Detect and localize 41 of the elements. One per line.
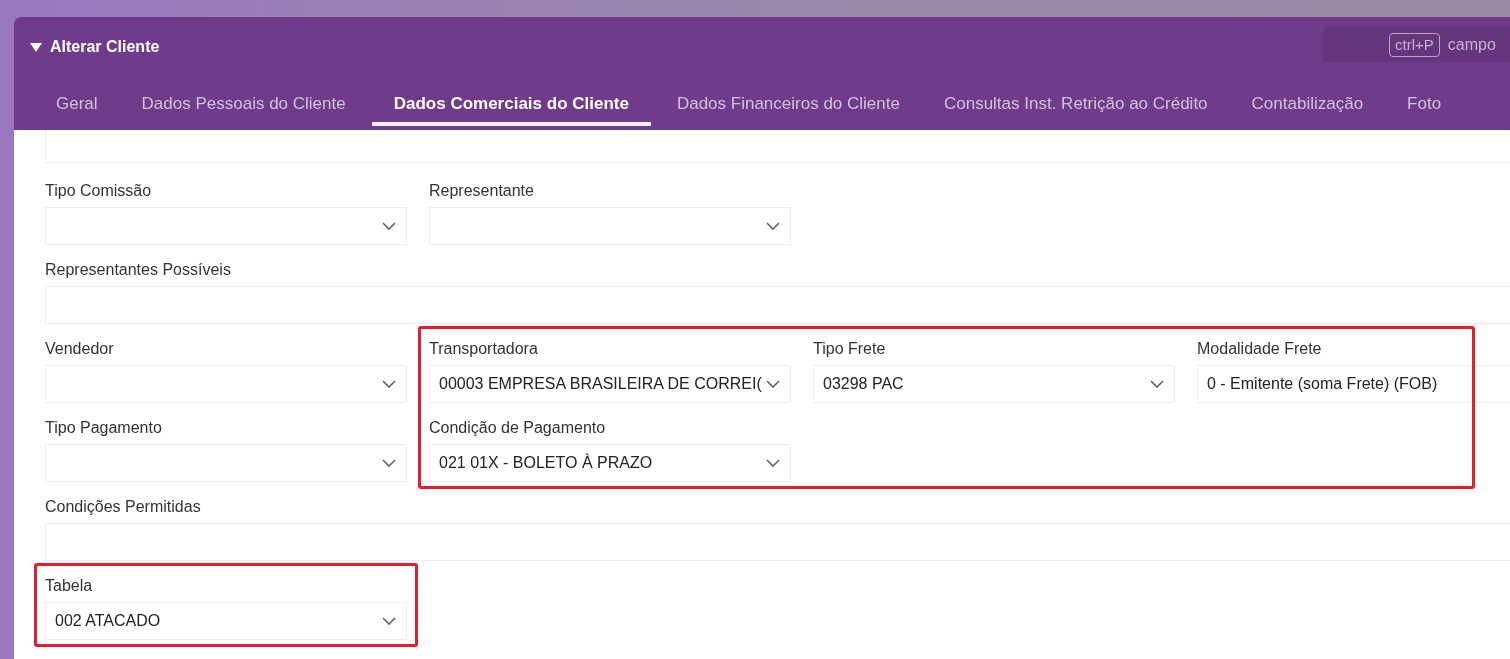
field-label: Condições Permitidas bbox=[45, 497, 201, 517]
dropdown[interactable]: 021 01X - BOLETO À PRAZO bbox=[429, 444, 791, 482]
field-label: Tipo Comissão bbox=[45, 181, 152, 201]
chevron-down-icon bbox=[382, 458, 396, 468]
field-label: Tabela bbox=[45, 576, 93, 596]
chevron-down-icon bbox=[1150, 379, 1164, 389]
tab[interactable]: Geral bbox=[30, 87, 120, 126]
field-label: Vendedor bbox=[45, 339, 114, 359]
chevron-down-icon bbox=[766, 221, 780, 231]
dropdown[interactable] bbox=[45, 444, 407, 482]
shortcut-key: ctrl+P bbox=[1389, 32, 1440, 57]
tab[interactable]: Foto bbox=[1385, 87, 1464, 126]
input-field[interactable]: 0 - Emitente (soma Frete) (FOB) bbox=[1197, 365, 1510, 403]
field-label: Condição de Pagamento bbox=[429, 418, 606, 438]
field-label: Transportadora bbox=[429, 339, 538, 359]
field-search[interactable]: ctrl+P campo bbox=[1323, 27, 1510, 62]
chevron-down-icon bbox=[382, 379, 396, 389]
field-label: Representantes Possíveis bbox=[45, 260, 231, 280]
search-hint: campo bbox=[1447, 34, 1496, 55]
tab[interactable]: Consultas Inst. Retrição ao Crédito bbox=[921, 87, 1230, 126]
field-label: Tipo Frete bbox=[813, 339, 886, 359]
dropdown[interactable]: 00003 EMPRESA BRASILEIRA DE CORREI( bbox=[429, 365, 791, 403]
tab[interactable]: Dados Financeiros do Cliente bbox=[654, 87, 922, 126]
field-label: Representante bbox=[429, 181, 534, 201]
field-label: Modalidade Frete bbox=[1197, 339, 1322, 359]
dropdown[interactable]: 002 ATACADO bbox=[45, 602, 407, 640]
tab[interactable]: Dados Pessoais do Cliente bbox=[119, 87, 368, 126]
chevron-down-icon bbox=[766, 379, 780, 389]
chevron-down-icon bbox=[766, 458, 780, 468]
chevron-down-icon bbox=[382, 221, 396, 231]
input-field[interactable] bbox=[45, 130, 1510, 163]
dropdown[interactable] bbox=[45, 365, 407, 403]
tab[interactable]: Contabilização bbox=[1229, 87, 1386, 126]
panel-title: Alterar Cliente bbox=[50, 37, 160, 57]
dropdown[interactable] bbox=[429, 207, 791, 245]
dropdown[interactable]: 03298 PAC bbox=[813, 365, 1175, 403]
tab[interactable]: Dados Comerciais do Cliente bbox=[371, 87, 651, 126]
field-label: Tipo Pagamento bbox=[45, 418, 162, 438]
dropdown[interactable] bbox=[45, 207, 407, 245]
chevron-down-icon bbox=[382, 616, 396, 626]
collapse-triangle-icon[interactable] bbox=[30, 42, 42, 52]
